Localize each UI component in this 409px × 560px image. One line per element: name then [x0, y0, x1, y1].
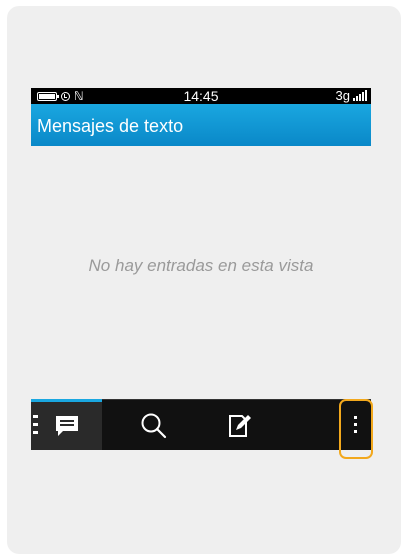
message-icon — [56, 416, 78, 436]
phone-screen: ℕ 14:45 3g Mensajes de texto No hay entr… — [31, 88, 371, 450]
highlight-overlay — [339, 399, 373, 459]
tab-menu-icon[interactable] — [33, 415, 39, 435]
status-bar: ℕ 14:45 3g — [31, 88, 371, 104]
status-time: 14:45 — [183, 88, 219, 104]
search-button[interactable] — [139, 412, 175, 440]
action-bar — [31, 399, 371, 450]
page-title: Mensajes de texto — [37, 116, 184, 136]
empty-state-message: No hay entradas en esta vista — [88, 256, 314, 275]
compose-button[interactable] — [227, 413, 253, 439]
signal-icon — [353, 90, 367, 101]
active-tab-indicator — [31, 399, 102, 402]
messages-tab[interactable] — [31, 399, 102, 450]
message-list: No hay entradas en esta vista — [31, 146, 371, 386]
title-bar: Mensajes de texto — [31, 104, 371, 146]
network-type-label: 3g — [335, 88, 350, 103]
status-icons-right: 3g — [336, 88, 367, 104]
